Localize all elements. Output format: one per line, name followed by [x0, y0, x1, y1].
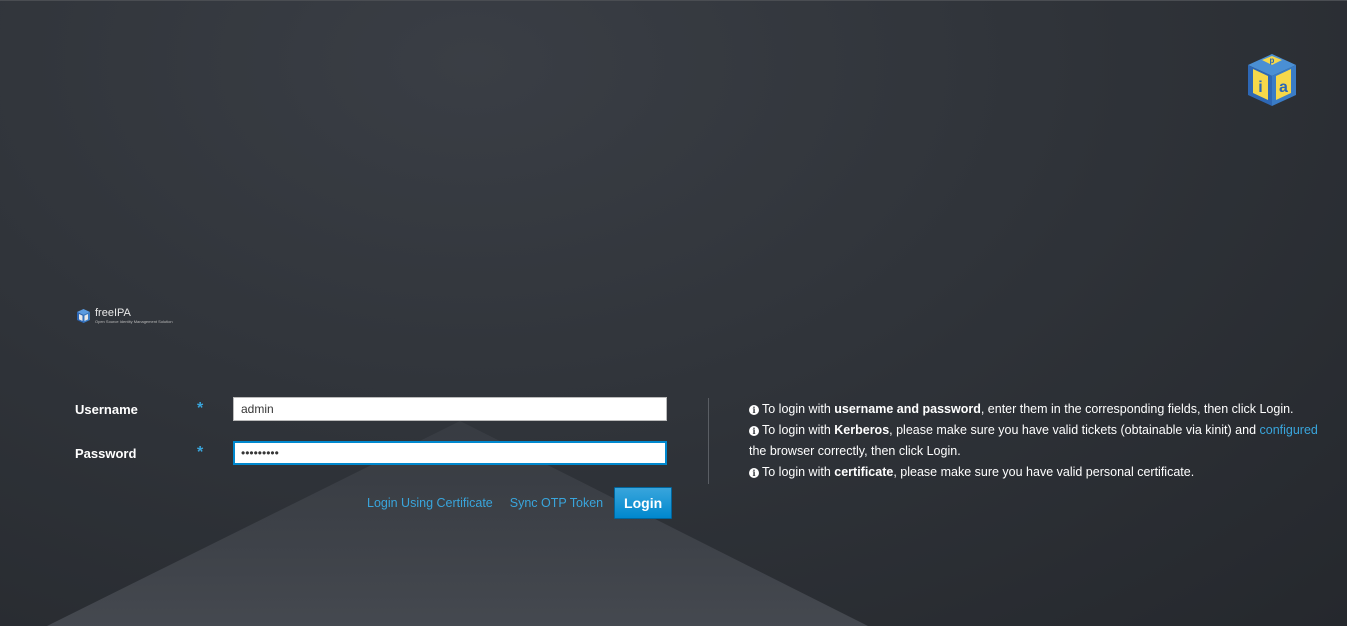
username-required-mark: *	[197, 400, 204, 417]
brand-tagline: Open Source Identity Management Solution	[95, 319, 173, 324]
info-circle-icon: i	[749, 468, 759, 478]
info-kerberos: i To login with Kerberos, please make sur…	[749, 423, 1318, 458]
info-circle-icon: i	[749, 405, 759, 415]
info-username-password: i To login with username and password, en…	[749, 399, 1334, 420]
username-label: Username	[75, 401, 138, 417]
logo-letter-p: p	[1270, 56, 1275, 65]
info-circle-icon: i	[749, 426, 759, 436]
background-wedge	[47, 421, 869, 626]
login-actions: Login Using Certificate Sync OTP Token L…	[367, 487, 673, 519]
password-label: Password	[75, 445, 137, 461]
password-input[interactable]	[233, 441, 667, 465]
freeipa-small-cube-icon	[77, 309, 90, 323]
brand-logo: freeIPA Open Source Identity Management …	[76, 308, 173, 324]
login-using-certificate-link[interactable]: Login Using Certificate	[367, 496, 493, 510]
username-input[interactable]	[233, 397, 667, 421]
brand-name: freeIPA	[95, 307, 131, 319]
vertical-divider	[708, 398, 709, 484]
username-row: Username *	[75, 397, 667, 421]
login-info-panel: i To login with username and password, en…	[749, 399, 1334, 483]
password-row: Password *	[75, 441, 667, 465]
logo-letter-a: a	[1279, 79, 1288, 96]
logo-letter-i: i	[1258, 79, 1262, 96]
info-certificate: i To login with certificate, please make …	[749, 462, 1334, 483]
sync-otp-token-link[interactable]: Sync OTP Token	[510, 496, 603, 510]
configured-link[interactable]: configured	[1260, 423, 1318, 437]
password-required-mark: *	[197, 444, 204, 461]
freeipa-cube-logo: p i a	[1248, 54, 1296, 106]
login-button[interactable]: Login	[614, 487, 673, 519]
